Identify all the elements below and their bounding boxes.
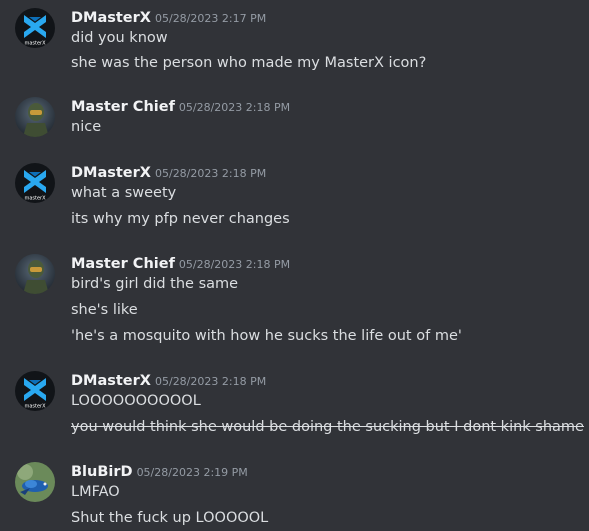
message-text: she's like <box>71 302 138 318</box>
username[interactable]: DMasterX <box>71 373 151 389</box>
username[interactable]: BluBirD <box>71 464 133 480</box>
svg-text:masterX: masterX <box>24 196 46 202</box>
timestamp: 05/28/2023 2:19 PM <box>136 466 248 479</box>
username[interactable]: Master Chief <box>71 256 175 272</box>
message-text: its why my pfp never changes <box>71 211 290 227</box>
message-text: LOOOOOOOOOOL <box>71 393 201 409</box>
timestamp: 05/28/2023 2:18 PM <box>178 101 291 114</box>
chat-message-list: masterX DMasterX 05/28/2023 2:17 PM did y… <box>0 0 589 531</box>
message-text: LMFAO <box>71 484 120 500</box>
masterx-logo-avatar[interactable]: masterX <box>15 163 55 203</box>
strikethrough-message-text: you would think she would be doing the s… <box>71 419 584 435</box>
master-chief-avatar[interactable] <box>15 254 55 294</box>
timestamp: 05/28/2023 2:18 PM <box>154 167 267 180</box>
message-text: Shut the fuck up LOOOOOL <box>71 510 269 526</box>
timestamp: 05/28/2023 2:18 PM <box>178 258 291 271</box>
message-text: nice <box>71 119 102 135</box>
timestamp: 05/28/2023 2:18 PM <box>154 375 267 388</box>
username[interactable]: DMasterX <box>71 165 151 181</box>
message-text: she was the person who made my MasterX i… <box>71 55 427 71</box>
svg-text:masterX: masterX <box>24 404 46 410</box>
masterx-logo-avatar[interactable]: masterX <box>15 8 55 48</box>
message-text: bird's girl did the same <box>71 276 239 292</box>
timestamp: 05/28/2023 2:17 PM <box>154 12 267 25</box>
message-text: 'he's a mosquito with how he sucks the l… <box>71 328 462 344</box>
masterx-logo-avatar[interactable]: masterX <box>15 371 55 411</box>
username[interactable]: DMasterX <box>71 10 151 26</box>
message-text: what a sweety <box>71 185 177 201</box>
bird-avatar[interactable] <box>15 462 55 502</box>
svg-text:masterX: masterX <box>24 41 46 47</box>
username[interactable]: Master Chief <box>71 99 175 115</box>
message-text: did you know <box>71 30 168 46</box>
master-chief-avatar[interactable] <box>15 97 55 137</box>
